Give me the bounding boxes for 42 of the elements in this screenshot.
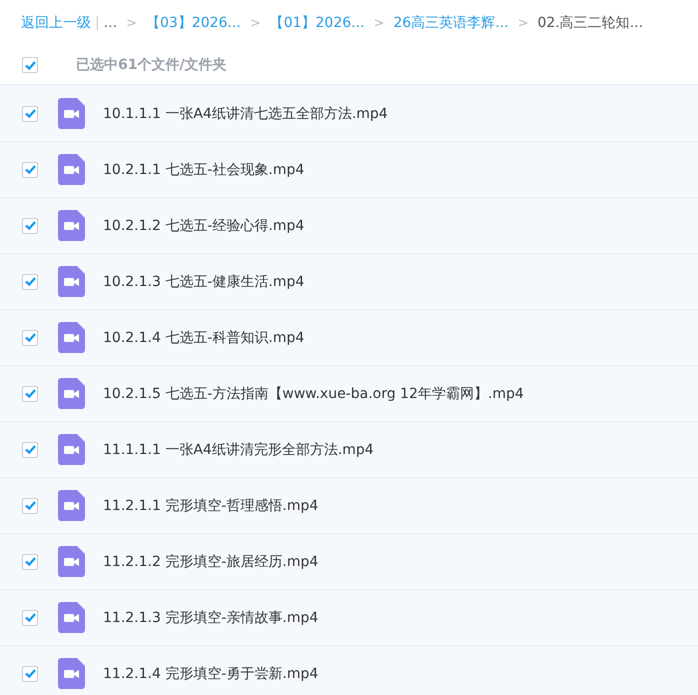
- video-file-icon: [58, 546, 85, 577]
- breadcrumb-current: 02.高三二轮知...: [537, 14, 644, 32]
- video-file-icon: [58, 322, 85, 353]
- checkbox[interactable]: [22, 57, 38, 73]
- breadcrumb-arrow: >: [373, 16, 384, 30]
- breadcrumb-ellipsis[interactable]: ...: [104, 15, 118, 31]
- video-file-icon: [58, 490, 85, 521]
- file-name[interactable]: 10.2.1.5 七选五-方法指南【www.xue-ba.org 12年学霸网】.mp4: [103, 384, 524, 402]
- video-file-icon: [58, 378, 85, 409]
- file-name[interactable]: 10.1.1.1 一张A4纸讲清七选五全部方法.mp4: [103, 104, 388, 122]
- video-file-icon: [58, 154, 85, 185]
- video-file-icon: [58, 98, 85, 129]
- checkbox[interactable]: [22, 274, 38, 290]
- file-name[interactable]: 11.2.1.3 完形填空-亲情故事.mp4: [103, 608, 318, 626]
- checkbox[interactable]: [22, 666, 38, 682]
- video-file-icon: [58, 210, 85, 241]
- selection-count: 已选中61个文件/文件夹: [76, 56, 227, 74]
- checkbox[interactable]: [22, 386, 38, 402]
- file-name[interactable]: 11.1.1.1 一张A4纸讲清完形全部方法.mp4: [103, 440, 374, 458]
- video-file-icon: [58, 434, 85, 465]
- breadcrumb-arrow: >: [126, 16, 137, 30]
- breadcrumb-arrow: >: [250, 16, 261, 30]
- file-name[interactable]: 11.2.1.4 完形填空-勇于尝新.mp4: [103, 664, 318, 682]
- file-name[interactable]: 10.2.1.3 七选五-健康生活.mp4: [103, 272, 304, 290]
- file-name[interactable]: 10.2.1.1 七选五-社会现象.mp4: [103, 160, 304, 178]
- video-file-icon: [58, 658, 85, 689]
- checkbox[interactable]: [22, 442, 38, 458]
- file-name[interactable]: 11.2.1.1 完形填空-哲理感悟.mp4: [103, 496, 318, 514]
- checkbox[interactable]: [22, 610, 38, 626]
- file-name[interactable]: 10.2.1.4 七选五-科普知识.mp4: [103, 328, 304, 346]
- checkbox[interactable]: [22, 162, 38, 178]
- file-name[interactable]: 10.2.1.2 七选五-经验心得.mp4: [103, 216, 304, 234]
- checkbox[interactable]: [22, 218, 38, 234]
- separator: |: [95, 15, 100, 31]
- file-name[interactable]: 11.2.1.2 完形填空-旅居经历.mp4: [103, 552, 318, 570]
- breadcrumb-arrow: >: [518, 16, 528, 30]
- checkbox[interactable]: [22, 106, 38, 122]
- checkbox[interactable]: [22, 330, 38, 346]
- checkbox[interactable]: [22, 554, 38, 570]
- checkbox[interactable]: [22, 498, 38, 514]
- video-file-icon: [58, 602, 85, 633]
- video-file-icon: [58, 266, 85, 297]
